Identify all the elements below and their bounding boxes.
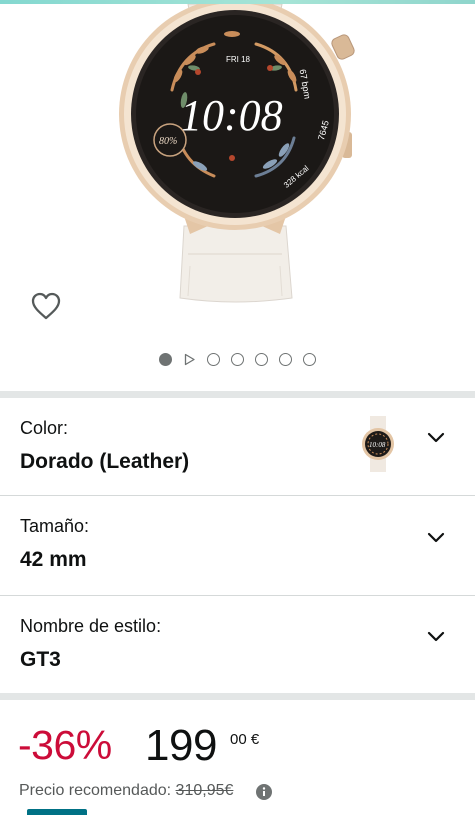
info-icon[interactable] — [256, 784, 272, 800]
product-image[interactable]: FRI 18 10:08 80% 67 bpm 7645 328 kcal — [110, 4, 360, 304]
gallery-dot-5[interactable] — [255, 352, 268, 366]
gallery-video-dot[interactable] — [183, 353, 196, 366]
size-selector[interactable]: Tamaño: 42 mm — [0, 496, 475, 595]
gallery-dot-6[interactable] — [279, 352, 292, 366]
size-value: 42 mm — [20, 548, 87, 571]
price-fraction: 00 € — [230, 731, 260, 748]
discount-percentage: -36% — [18, 722, 112, 768]
chevron-down-icon — [427, 532, 445, 543]
price-whole: 199 — [145, 721, 217, 770]
recommended-price-label: Precio recomendado: — [19, 782, 172, 799]
price-block: -36% 199 00 € Precio recomendado: 310,95… — [0, 700, 475, 815]
section-divider — [0, 391, 475, 398]
gallery-dot-4[interactable] — [231, 352, 244, 366]
gallery-dot-7[interactable] — [303, 352, 316, 366]
wishlist-heart-button[interactable] — [28, 288, 64, 324]
chevron-down-icon — [427, 432, 445, 443]
watch-battery: 80% — [159, 136, 177, 147]
size-label: Tamaño: — [20, 516, 90, 536]
gallery-pagination — [0, 350, 475, 368]
play-icon — [184, 353, 195, 365]
style-selector[interactable]: Nombre de estilo: GT3 — [0, 596, 475, 693]
recommended-price: Precio recomendado: 310,95€ — [19, 782, 233, 800]
image-gallery[interactable]: FRI 18 10:08 80% 67 bpm 7645 328 kcal — [0, 4, 475, 390]
bottom-tab-indicator — [27, 809, 87, 815]
recommended-price-value: 310,95€ — [175, 782, 234, 799]
section-divider — [0, 693, 475, 700]
watch-time: 10:08 — [180, 91, 283, 140]
style-value: GT3 — [20, 648, 61, 671]
svg-text:10:08: 10:08 — [369, 441, 386, 449]
color-thumbnail: 10:08 — [362, 416, 394, 472]
chevron-down-icon — [427, 631, 445, 642]
gallery-dot-3[interactable] — [207, 352, 220, 366]
heart-icon — [31, 292, 61, 320]
color-value: Dorado (Leather) — [20, 450, 190, 473]
watch-date: FRI 18 — [226, 55, 251, 64]
color-selector[interactable]: Color: Dorado (Leather) 10:08 — [0, 398, 475, 495]
style-label: Nombre de estilo: — [20, 616, 162, 636]
gallery-dot-1[interactable] — [159, 352, 172, 366]
color-label: Color: — [20, 418, 69, 438]
